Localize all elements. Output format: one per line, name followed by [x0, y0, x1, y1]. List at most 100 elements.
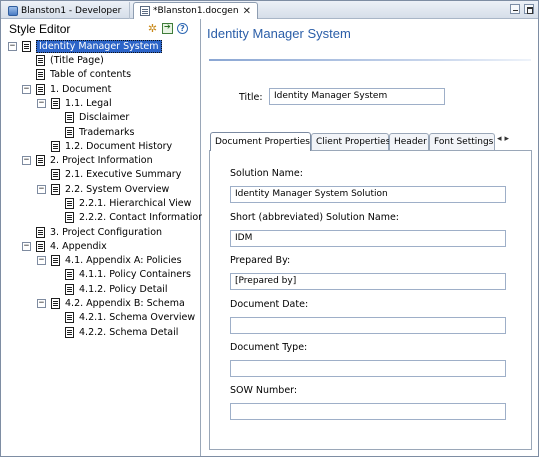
- tree-node-label: 1.1. Legal: [65, 97, 112, 109]
- tree-node[interactable]: 1.2. Document History: [51, 139, 172, 153]
- solution-name-field[interactable]: Identity Manager System Solution: [230, 186, 506, 203]
- collapse-toggle-icon[interactable]: −: [37, 184, 46, 194]
- chevron-left-icon[interactable]: ◂: [497, 134, 502, 144]
- panel-toolbar: ✲ ?: [147, 22, 188, 34]
- minimize-button[interactable]: [510, 4, 520, 14]
- tree-node-label: 2.2.1. Hierarchical View: [79, 197, 192, 209]
- editor-tab-label: Blanston1 - Developer: [21, 5, 122, 16]
- document-icon: [36, 240, 45, 252]
- tree-node-label: Table of contents: [50, 68, 132, 80]
- document-date-field[interactable]: [230, 317, 506, 334]
- editor-tab-docgen[interactable]: *Blanston1.docgen ✕: [133, 2, 258, 19]
- solution-name-label: Solution Name:: [230, 168, 303, 179]
- editor-tab-developer[interactable]: Blanston1 - Developer: [2, 2, 130, 19]
- tree-node-label: 2.1. Executive Summary: [65, 168, 182, 180]
- tree-node-label: 2. Project Information: [50, 154, 153, 166]
- tree-node[interactable]: − 2. Project Information: [22, 153, 153, 167]
- collapse-toggle-icon[interactable]: −: [22, 155, 31, 165]
- tree-node-label: 4.2.2. Schema Detail: [79, 326, 179, 338]
- tab-header[interactable]: Header: [389, 133, 429, 150]
- sow-number-field[interactable]: [230, 403, 506, 420]
- tab-document-properties[interactable]: Document Properties: [210, 132, 311, 151]
- sow-number-label: SOW Number:: [230, 385, 298, 396]
- tree-node[interactable]: (Title Page): [36, 53, 104, 67]
- tree-node[interactable]: 4.1.2. Policy Detail: [65, 282, 168, 296]
- tree-node[interactable]: 2.2.1. Hierarchical View: [65, 196, 191, 210]
- tree-node-label: 4.1. Appendix A: Policies: [65, 254, 182, 266]
- tree-node[interactable]: 4.2.1. Schema Overview: [65, 310, 195, 324]
- document-properties-panel: Solution Name: Identity Manager System S…: [209, 150, 532, 450]
- tree-node[interactable]: Table of contents: [36, 67, 131, 81]
- document-icon: [51, 140, 60, 152]
- tree-node-label: 1.2. Document History: [65, 140, 173, 152]
- tree-node[interactable]: 4.2.2. Schema Detail: [65, 325, 178, 339]
- document-icon: [65, 283, 74, 295]
- document-icon: [65, 211, 74, 223]
- collapse-toggle-icon[interactable]: −: [37, 98, 46, 108]
- tree-node-label: 2.2. System Overview: [65, 183, 170, 195]
- tree-node[interactable]: 4.1.1. Policy Containers: [65, 267, 191, 281]
- chevron-right-icon[interactable]: ▸: [505, 134, 510, 144]
- tab-label: Client Properties: [316, 137, 391, 147]
- help-icon[interactable]: ?: [177, 23, 188, 34]
- document-icon: [36, 226, 45, 238]
- collapse-toggle-icon[interactable]: −: [37, 298, 46, 308]
- document-icon: [65, 268, 74, 280]
- collapse-toggle-icon[interactable]: −: [22, 84, 31, 94]
- tree-node-label: 4.1.2. Policy Detail: [79, 283, 168, 295]
- close-tab-icon[interactable]: ✕: [243, 6, 251, 17]
- editor-tab-bar: Blanston1 - Developer *Blanston1.docgen …: [0, 0, 539, 19]
- tree-node[interactable]: − 4. Appendix: [22, 239, 107, 253]
- tree-node[interactable]: 3. Project Configuration: [36, 225, 162, 239]
- document-icon: [36, 54, 45, 66]
- tab-label: Document Properties: [215, 137, 310, 147]
- document-icon: [65, 326, 74, 338]
- document-type-field[interactable]: [230, 360, 506, 377]
- tree-node[interactable]: − Identity Manager System: [8, 39, 162, 53]
- title-input[interactable]: Identity Manager System: [269, 88, 445, 105]
- tab-label: Header: [394, 137, 427, 147]
- tab-label: Font Settings: [434, 137, 494, 147]
- prepared-by-field[interactable]: [Prepared by]: [230, 273, 506, 290]
- collapse-toggle-icon[interactable]: −: [37, 255, 46, 265]
- tree-node[interactable]: − 4.1. Appendix A: Policies: [37, 253, 182, 267]
- tree-node-label: 1. Document: [50, 83, 112, 95]
- short-name-label: Short (abbreviated) Solution Name:: [230, 212, 400, 223]
- tree-node[interactable]: − 2.2. System Overview: [37, 182, 169, 196]
- prepared-by-label: Prepared By:: [230, 255, 291, 266]
- tab-client-properties[interactable]: Client Properties: [311, 133, 391, 150]
- tree-node-label: 2.2.2. Contact Information: [79, 211, 205, 223]
- tree-node[interactable]: Trademarks: [65, 125, 134, 139]
- tree-node-label: Identity Manager System: [36, 39, 162, 53]
- style-editor-panel: Style Editor ✲ ? − Identity Manager Syst…: [0, 19, 204, 457]
- tree-node[interactable]: − 4.2. Appendix B: Schema: [37, 296, 185, 310]
- short-name-field[interactable]: IDM: [230, 230, 506, 247]
- document-icon: [36, 83, 45, 95]
- wand-icon[interactable]: ✲: [147, 23, 158, 34]
- tree-node-label: Trademarks: [79, 126, 135, 138]
- tree-node-label: 4.2.1. Schema Overview: [79, 311, 196, 323]
- tree-node[interactable]: − 1.1. Legal: [37, 96, 112, 110]
- document-icon: [51, 183, 60, 195]
- document-icon: [22, 40, 31, 52]
- tree-node-label: 3. Project Configuration: [50, 226, 163, 238]
- document-icon: [51, 97, 60, 109]
- tree-node[interactable]: 2.1. Executive Summary: [51, 167, 181, 181]
- page-title: Identity Manager System: [207, 26, 351, 41]
- export-icon[interactable]: [162, 22, 173, 34]
- tree-node[interactable]: Disclaimer: [65, 110, 129, 124]
- maximize-button[interactable]: [524, 4, 534, 14]
- properties-panel: Identity Manager System Title: Identity …: [202, 19, 539, 457]
- tree-node[interactable]: − 1. Document: [22, 82, 111, 96]
- document-icon: [65, 126, 74, 138]
- document-icon: [51, 168, 60, 180]
- tab-font-settings[interactable]: Font Settings: [429, 133, 495, 150]
- collapse-toggle-icon[interactable]: −: [8, 41, 17, 51]
- collapse-toggle-icon[interactable]: −: [22, 241, 31, 251]
- module-icon: [8, 5, 18, 16]
- tree-node[interactable]: 2.2.2. Contact Information: [65, 210, 204, 224]
- document-icon: [140, 6, 150, 16]
- title-divider: [209, 59, 531, 61]
- document-icon: [65, 197, 74, 209]
- tab-scroll-controls: ◂ ▸: [497, 134, 509, 144]
